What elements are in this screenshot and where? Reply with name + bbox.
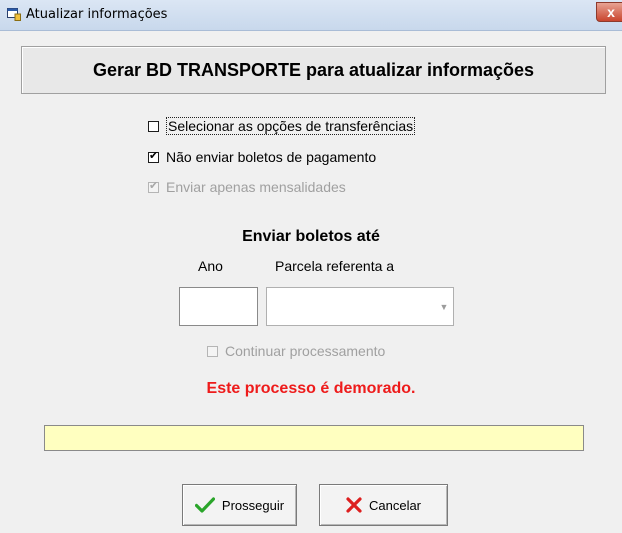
- page-title: Gerar BD TRANSPORTE para atualizar infor…: [92, 60, 535, 80]
- checkbox-box[interactable]: [148, 149, 159, 163]
- checkbox-continue-processing: Continuar processamento: [207, 343, 385, 359]
- section-heading: Enviar boletos até: [242, 228, 380, 245]
- checkbox-select-transfer-options[interactable]: Selecionar as opções de transferências: [148, 117, 416, 135]
- progress-status-bar: [44, 425, 584, 451]
- close-button[interactable]: x: [596, 2, 622, 22]
- checkbox-box: [148, 179, 159, 193]
- checkbox-label: Selecionar as opções de transferências: [166, 117, 416, 135]
- cancel-x-icon: [346, 497, 362, 513]
- proceed-button[interactable]: Prosseguir: [182, 484, 297, 526]
- year-input[interactable]: [179, 287, 258, 326]
- close-icon: x: [607, 4, 615, 20]
- checkmark-icon: [194, 497, 215, 513]
- checkbox-box[interactable]: [148, 120, 159, 132]
- window-title: Atualizar informações: [26, 7, 168, 22]
- checkbox-label: Continuar processamento: [225, 343, 386, 359]
- dialog-window: Atualizar informações x Gerar BD TRANSPO…: [0, 0, 622, 533]
- title-bar[interactable]: Atualizar informações x: [0, 0, 622, 31]
- header-panel: Gerar BD TRANSPORTE para atualizar infor…: [21, 46, 606, 94]
- proceed-label: Prosseguir: [221, 497, 285, 513]
- cancel-button[interactable]: Cancelar: [319, 484, 448, 526]
- year-label: Ano: [198, 258, 223, 274]
- cancel-label: Cancelar: [368, 497, 422, 513]
- checkbox-no-payment-slips[interactable]: Não enviar boletos de pagamento: [148, 149, 376, 165]
- checkbox-only-monthly-fees: Enviar apenas mensalidades: [148, 179, 346, 195]
- parcel-label: Parcela referenta a: [275, 258, 395, 274]
- checkbox-label: Enviar apenas mensalidades: [166, 179, 346, 195]
- checkbox-label: Não enviar boletos de pagamento: [166, 149, 377, 165]
- chevron-down-icon[interactable]: ▼: [435, 288, 453, 325]
- checkbox-box: [207, 345, 218, 357]
- parcel-select[interactable]: ▼: [266, 287, 454, 326]
- app-window-icon: [7, 8, 21, 21]
- warning-text: Este processo é demorado.: [206, 380, 416, 397]
